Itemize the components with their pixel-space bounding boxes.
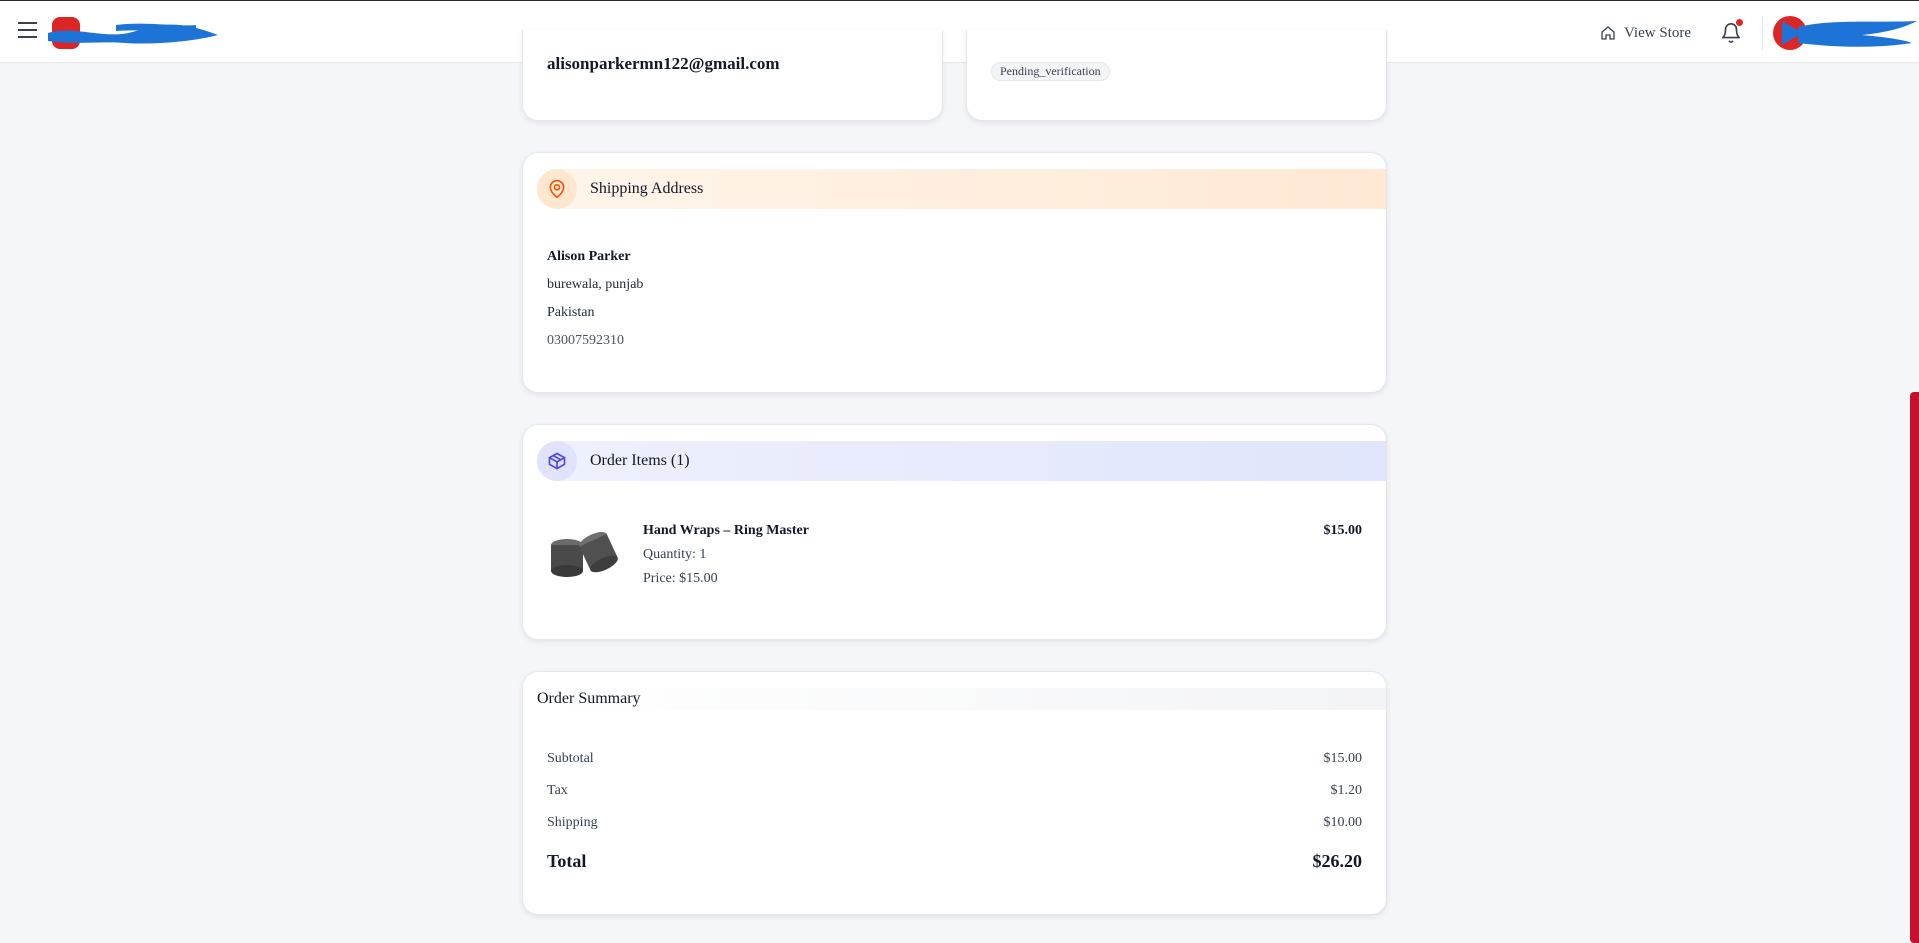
shipping-address-card: Shipping Address Alison Parker burewala,… (522, 152, 1387, 393)
order-items-card: Order Items (1) Hand Wraps – Ring Master… (522, 424, 1387, 640)
home-icon (1601, 26, 1615, 40)
shipping-row: Shipping $10.00 (547, 815, 1362, 831)
map-pin-icon (549, 179, 565, 199)
shipping-address-title: Shipping Address (590, 180, 704, 197)
view-store-link[interactable]: View Store (1600, 22, 1691, 44)
product-price: Price: $15.00 (643, 571, 718, 586)
package-icon-wrap (537, 441, 577, 481)
total-value: $26.20 (1312, 851, 1363, 871)
subtotal-value: $15.00 (1323, 751, 1363, 766)
shipping-value: $10.00 (1323, 815, 1363, 830)
shipping-label: Shipping (547, 815, 598, 830)
customer-info-card: alisonparkermn122@gmail.com (522, 30, 943, 121)
user-avatar-menu[interactable] (1772, 15, 1919, 51)
tax-row: Tax $1.20 (547, 783, 1362, 799)
menu-hamburger-icon[interactable] (18, 22, 38, 40)
order-summary-card: Order Summary Subtotal $15.00 Tax $1.20 … (522, 671, 1387, 915)
tax-value: $1.20 (1330, 783, 1363, 798)
total-label: Total (547, 851, 587, 871)
product-quantity: Quantity: 1 (643, 547, 707, 562)
status-badge: Pending_verification (991, 62, 1110, 81)
recipient-name: Alison Parker (547, 249, 631, 264)
product-image[interactable] (547, 525, 623, 585)
address-phone: 03007592310 (547, 333, 624, 348)
view-store-label: View Store (1624, 24, 1692, 41)
notification-dot (1736, 19, 1743, 26)
address-line: burewala, punjab (547, 277, 644, 292)
map-pin-icon-wrap (537, 169, 577, 209)
order-items-header: Order Items (1) (537, 441, 1386, 481)
order-status-card: Pending_verification (966, 30, 1387, 121)
order-items-title: Order Items (1) (590, 452, 690, 469)
shipping-address-header: Shipping Address (537, 169, 1386, 209)
tax-label: Tax (547, 783, 568, 798)
package-icon (548, 452, 566, 470)
brand-logo[interactable] (46, 15, 221, 51)
top-navigation-bar: View Store (0, 0, 1919, 63)
product-name[interactable]: Hand Wraps – Ring Master (643, 523, 809, 539)
order-summary-title: Order Summary (537, 690, 641, 707)
address-country: Pakistan (547, 305, 595, 320)
total-row: Total $26.20 (547, 851, 1362, 872)
subtotal-row: Subtotal $15.00 (547, 751, 1362, 767)
header-divider (1762, 16, 1763, 50)
scrollbar-thumb[interactable] (1910, 392, 1919, 943)
subtotal-label: Subtotal (547, 751, 594, 766)
customer-email: alisonparkermn122@gmail.com (547, 54, 780, 73)
order-summary-header: Order Summary (537, 688, 1386, 710)
product-line-total: $15.00 (1323, 523, 1363, 538)
